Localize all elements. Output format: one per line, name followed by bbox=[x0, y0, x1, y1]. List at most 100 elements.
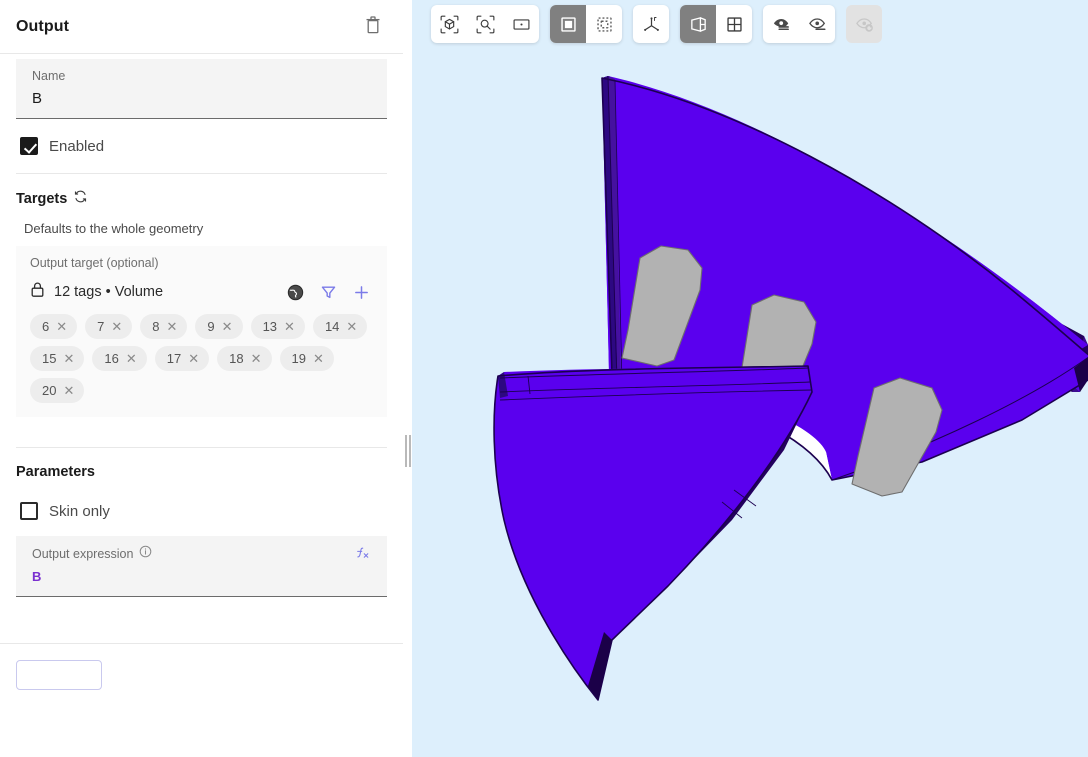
tag-chip[interactable]: 18 ✕ bbox=[217, 346, 272, 371]
output-expression-label: Output expression bbox=[32, 546, 134, 561]
parameters-title-text: Parameters bbox=[16, 464, 95, 480]
tag-chip-label: 9 bbox=[207, 319, 215, 334]
panel-header: Output bbox=[0, 0, 403, 54]
targets-subtitle: Defaults to the whole geometry bbox=[24, 221, 204, 236]
tag-chip-label: 19 bbox=[291, 351, 306, 366]
tag-chip[interactable]: 7 ✕ bbox=[85, 314, 133, 339]
tag-remove-icon[interactable]: ✕ bbox=[63, 352, 74, 365]
tag-chip[interactable]: 15 ✕ bbox=[30, 346, 85, 371]
skin-only-checkbox-row[interactable]: Skin only bbox=[0, 486, 403, 536]
page-title: Output bbox=[16, 17, 70, 35]
tag-chip-label: 15 bbox=[42, 351, 57, 366]
skin-only-checkbox[interactable] bbox=[20, 502, 38, 520]
tag-chip[interactable]: 9 ✕ bbox=[195, 314, 243, 339]
box-select-button[interactable] bbox=[586, 5, 622, 43]
tag-chip-label: 6 bbox=[42, 319, 50, 334]
output-target-card: Output target (optional) 12 tags • Volum… bbox=[16, 246, 387, 417]
isolate-selected-button[interactable] bbox=[799, 5, 835, 43]
motor-stator-sector-3d-model[interactable] bbox=[412, 0, 1088, 757]
tag-remove-icon[interactable]: ✕ bbox=[63, 384, 74, 397]
trash-icon bbox=[365, 16, 381, 37]
viewport-toolbar bbox=[431, 5, 882, 43]
tag-remove-icon[interactable]: ✕ bbox=[126, 352, 137, 365]
tag-remove-icon[interactable]: ✕ bbox=[188, 352, 199, 365]
tag-remove-icon[interactable]: ✕ bbox=[111, 320, 122, 333]
grid-four-icon bbox=[725, 15, 744, 34]
solid-select-button[interactable] bbox=[550, 5, 586, 43]
tag-remove-icon[interactable]: ✕ bbox=[284, 320, 295, 333]
targets-title-text: Targets bbox=[16, 190, 68, 207]
grid-view-button[interactable] bbox=[716, 5, 752, 43]
cube-frame-icon bbox=[440, 15, 459, 34]
panel-splitter[interactable] bbox=[403, 0, 412, 757]
tag-remove-icon[interactable]: ✕ bbox=[56, 320, 67, 333]
selection-mode-group bbox=[550, 5, 622, 43]
zoom-to-selection-button[interactable] bbox=[467, 5, 503, 43]
tag-chip-label: 17 bbox=[166, 351, 182, 366]
eye-minus-outline-icon bbox=[808, 15, 827, 34]
tag-chip-label: 18 bbox=[229, 351, 244, 366]
tag-chip[interactable]: 13 ✕ bbox=[250, 314, 305, 339]
tag-chip[interactable]: 17 ✕ bbox=[154, 346, 210, 371]
name-field-value: B bbox=[32, 90, 43, 107]
eye-refresh-icon bbox=[855, 15, 874, 34]
tag-chip[interactable]: 19 ✕ bbox=[279, 346, 334, 371]
filter-icon[interactable] bbox=[316, 280, 340, 304]
3d-viewport[interactable] bbox=[412, 0, 1088, 757]
magnifier-frame-icon bbox=[476, 15, 495, 34]
tag-chip[interactable]: 20 ✕ bbox=[30, 378, 85, 403]
lower-sector bbox=[493, 365, 813, 701]
reset-visibility-group bbox=[846, 5, 882, 43]
rectangle-dot-icon bbox=[512, 15, 531, 34]
filled-square-icon bbox=[559, 15, 578, 34]
eye-minus-filled-icon bbox=[772, 15, 791, 34]
hide-selected-button[interactable] bbox=[763, 5, 799, 43]
fit-to-object-button[interactable] bbox=[431, 5, 467, 43]
tag-chip-label: 13 bbox=[262, 319, 278, 334]
axes-triad-icon bbox=[642, 15, 661, 34]
tag-chip[interactable]: 6 ✕ bbox=[30, 314, 78, 339]
enabled-checkbox-row[interactable]: Enabled bbox=[0, 119, 403, 173]
name-field[interactable]: Name B bbox=[16, 59, 387, 119]
display-mode-group bbox=[680, 5, 752, 43]
visibility-group bbox=[763, 5, 835, 43]
parameters-section-title: Parameters bbox=[0, 448, 403, 486]
panel-footer-button[interactable] bbox=[16, 660, 102, 690]
shaded-view-button[interactable] bbox=[680, 5, 716, 43]
tag-chip[interactable]: 16 ✕ bbox=[92, 346, 147, 371]
divider-3 bbox=[0, 643, 403, 644]
fx-icon[interactable] bbox=[355, 545, 371, 566]
tag-remove-icon[interactable]: ✕ bbox=[346, 320, 357, 333]
enabled-checkbox[interactable] bbox=[20, 137, 38, 155]
tag-chip-label: 7 bbox=[97, 319, 105, 334]
target-summary-text: 12 tags • Volume bbox=[54, 284, 164, 300]
delete-output-button[interactable] bbox=[359, 13, 387, 41]
reset-visibility-button[interactable] bbox=[846, 5, 882, 43]
enabled-label: Enabled bbox=[49, 137, 105, 155]
globe-icon[interactable] bbox=[283, 280, 307, 304]
output-properties-panel: Output Name B Enabled Targets Defaults t… bbox=[0, 0, 403, 757]
tag-remove-icon[interactable]: ✕ bbox=[313, 352, 324, 365]
info-icon[interactable] bbox=[139, 545, 152, 562]
output-expression-field[interactable]: Output expression B bbox=[16, 536, 387, 597]
lock-icon[interactable] bbox=[30, 281, 45, 303]
show-axes-button[interactable] bbox=[633, 5, 669, 43]
output-expression-label-row: Output expression bbox=[32, 545, 355, 562]
output-target-label: Output target (optional) bbox=[30, 256, 159, 270]
tag-chip-label: 16 bbox=[104, 351, 119, 366]
tag-chip[interactable]: 14 ✕ bbox=[312, 314, 368, 339]
split-panel-icon bbox=[689, 15, 708, 34]
refresh-icon[interactable] bbox=[74, 190, 87, 207]
view-fit-group bbox=[431, 5, 539, 43]
tag-remove-icon[interactable]: ✕ bbox=[251, 352, 262, 365]
tag-remove-icon[interactable]: ✕ bbox=[222, 320, 233, 333]
add-icon[interactable] bbox=[349, 280, 373, 304]
tag-chip-list: 6 ✕ 7 ✕ 8 ✕ 9 ✕ 13 ✕ 14 ✕ 15 ✕ 16 ✕ 17 ✕ 18 ✕ 19 ✕ … bbox=[30, 314, 373, 403]
tag-remove-icon[interactable]: ✕ bbox=[167, 320, 178, 333]
targets-section-title: Targets bbox=[0, 174, 403, 213]
name-field-label: Name bbox=[32, 69, 66, 83]
tag-chip[interactable]: 8 ✕ bbox=[140, 314, 188, 339]
output-expression-value: B bbox=[32, 569, 42, 584]
target-summary-row: 12 tags • Volume bbox=[30, 280, 373, 304]
fit-to-screen-button[interactable] bbox=[503, 5, 539, 43]
